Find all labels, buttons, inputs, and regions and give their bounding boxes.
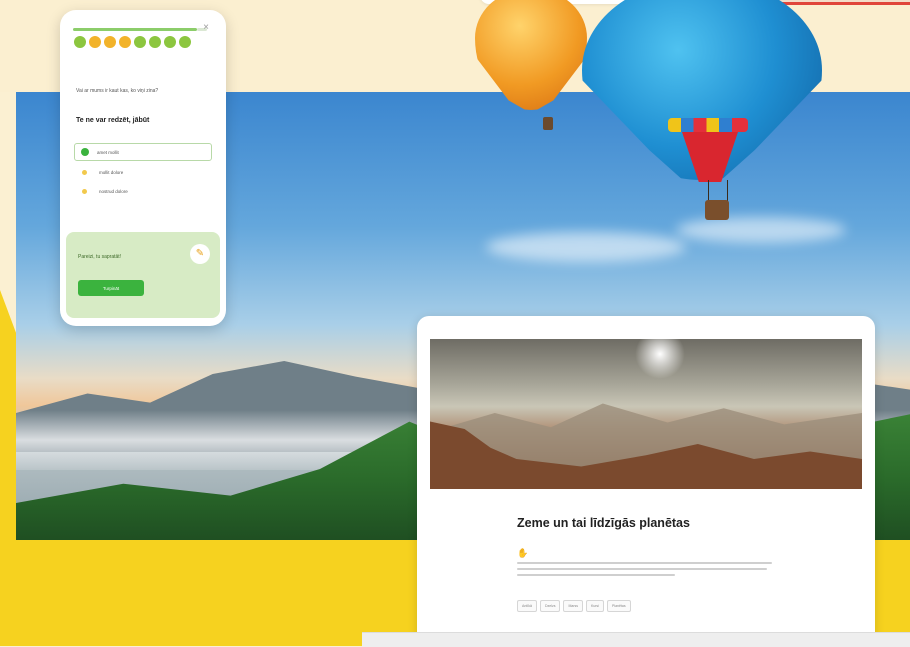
article-tag[interactable]: Kursi bbox=[585, 600, 604, 612]
progress-dots bbox=[74, 36, 191, 48]
quiz-options: amet mollit mollit dolore nostrud dolore bbox=[74, 143, 212, 202]
progress-dot bbox=[119, 36, 131, 48]
cloud bbox=[676, 217, 846, 243]
bullet-icon bbox=[82, 188, 87, 194]
quiz-context-text: Vai ar mums ir kaut kas, ko viņi zina? bbox=[76, 88, 159, 94]
orange-balloon-basket bbox=[543, 117, 553, 130]
check-icon bbox=[81, 148, 89, 156]
quiz-option[interactable]: amet mollit bbox=[74, 143, 212, 161]
article-tag[interactable]: Marss bbox=[563, 600, 583, 612]
balloon-stripe bbox=[668, 118, 748, 132]
article-tag[interactable]: Planētas bbox=[606, 600, 631, 612]
article-title: Zeme un tai līdzīgās planētas bbox=[517, 516, 690, 530]
progress-dot bbox=[104, 36, 116, 48]
article-tag[interactable]: Dzelzs bbox=[539, 600, 561, 612]
article-hero-image bbox=[430, 339, 862, 489]
quiz-option-label: nostrud dolore bbox=[99, 188, 128, 194]
feedback-text: Pareizi, tu sapratāt! bbox=[78, 254, 122, 260]
phone-quiz-mockup: × Vai ar mums ir kaut kas, ko viņi zina?… bbox=[60, 10, 226, 326]
text-line bbox=[517, 568, 767, 570]
progress-dot bbox=[89, 36, 101, 48]
laptop-article-mockup: Zeme un tai līdzīgās planētas ✋ Antīkā Dz… bbox=[417, 316, 875, 646]
text-line bbox=[517, 562, 772, 564]
progress-dot bbox=[74, 36, 86, 48]
close-icon[interactable]: × bbox=[200, 22, 212, 34]
progress-dot bbox=[134, 36, 146, 48]
text-line bbox=[517, 574, 676, 576]
article-paragraph-placeholder bbox=[517, 562, 772, 580]
laptop-base bbox=[362, 632, 910, 647]
continue-button[interactable]: Turpināt bbox=[78, 280, 144, 296]
sun-glow bbox=[635, 339, 685, 379]
article-tag[interactable]: Antīkā bbox=[517, 600, 537, 612]
quiz-option[interactable]: nostrud dolore bbox=[74, 183, 212, 199]
quiz-feedback-panel: Pareizi, tu sapratāt! ✎ Turpināt bbox=[66, 232, 220, 318]
balloon-ropes bbox=[708, 180, 728, 202]
quiz-option[interactable]: mollit dolore bbox=[74, 164, 212, 180]
blue-balloon-basket bbox=[705, 200, 729, 220]
article-tags: Antīkā Dzelzs Marss Kursi Planētas bbox=[517, 600, 631, 612]
quiz-option-label: mollit dolore bbox=[99, 169, 124, 175]
cloud bbox=[486, 232, 686, 262]
pencil-icon: ✎ bbox=[190, 244, 210, 264]
progress-dot bbox=[164, 36, 176, 48]
quiz-header: × bbox=[70, 22, 216, 48]
quiz-question: Te ne var redzēt, jābūt bbox=[76, 117, 150, 124]
quiz-progress-bar bbox=[73, 28, 197, 31]
bullet-icon bbox=[82, 169, 87, 175]
progress-dot bbox=[149, 36, 161, 48]
hand-icon: ✋ bbox=[517, 548, 529, 558]
quiz-option-label: amet mollit bbox=[97, 149, 119, 155]
progress-dot bbox=[179, 36, 191, 48]
